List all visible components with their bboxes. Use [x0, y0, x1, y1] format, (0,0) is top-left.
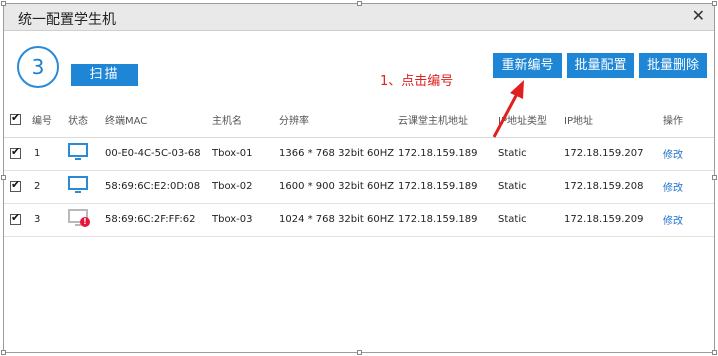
monitor-online-icon [68, 176, 88, 194]
resize-handle[interactable] [1, 350, 6, 355]
table-row[interactable]: 1 00-E0-4C-5C-03-68 Tbox-01 1366 * 768 3… [4, 137, 714, 171]
dialog-titlebar: 统一配置学生机 ✕ [4, 4, 714, 31]
row-ip: 172.18.159.207 [564, 137, 663, 171]
table-row[interactable]: 3 ! 58:69:6C:2F:FF:62 Tbox-03 1024 * 768… [4, 203, 714, 237]
row-server-ip: 172.18.159.189 [398, 137, 498, 171]
batch-delete-button[interactable]: 批量删除 [639, 53, 707, 78]
close-icon[interactable]: ✕ [692, 6, 705, 25]
col-header-mac[interactable]: 终端MAC [105, 102, 212, 138]
renumber-button[interactable]: 重新编号 [493, 53, 562, 78]
resize-handle[interactable] [712, 350, 717, 355]
col-header-resolution[interactable]: 分辨率 [279, 102, 398, 138]
row-hostname: Tbox-03 [212, 203, 279, 237]
resize-handle[interactable] [357, 350, 362, 355]
batch-config-button[interactable]: 批量配置 [567, 53, 634, 78]
select-all-checkbox[interactable] [10, 111, 21, 125]
row-server-ip: 172.18.159.189 [398, 170, 498, 204]
row-mac: 58:69:6C:2F:FF:62 [105, 203, 212, 237]
resize-handle[interactable] [357, 1, 362, 6]
row-ip-type: Static [498, 203, 564, 237]
edit-link[interactable]: 修改 [663, 216, 683, 227]
row-server-ip: 172.18.159.189 [398, 203, 498, 237]
monitor-warning-icon: ! [68, 209, 90, 227]
device-count-badge: 3 [17, 46, 59, 88]
scan-button[interactable]: 扫描 [71, 64, 138, 86]
row-ip-type: Static [498, 137, 564, 171]
col-header-action: 操作 [663, 102, 714, 138]
row-mac: 00-E0-4C-5C-03-68 [105, 137, 212, 171]
config-student-machines-dialog: 统一配置学生机 ✕ 3 扫描 1、点击编号 重新编号 批量配置 批量删除 编号 … [3, 3, 715, 353]
row-hostname: Tbox-01 [212, 137, 279, 171]
col-header-ip-type[interactable]: IP地址类型 [498, 102, 564, 138]
row-checkbox[interactable] [10, 211, 21, 225]
col-header-server-ip[interactable]: 云课堂主机地址 [398, 102, 498, 138]
row-resolution: 1366 * 768 32bit 60HZ [279, 137, 398, 171]
student-machine-table: 编号 状态 终端MAC 主机名 分辨率 云课堂主机地址 IP地址类型 IP地址 … [4, 102, 714, 237]
col-header-status[interactable]: 状态 [68, 102, 105, 138]
edit-link[interactable]: 修改 [663, 150, 683, 161]
row-resolution: 1600 * 900 32bit 60HZ [279, 170, 398, 204]
dialog-title: 统一配置学生机 [18, 12, 116, 28]
table-header-row: 编号 状态 终端MAC 主机名 分辨率 云课堂主机地址 IP地址类型 IP地址 … [4, 102, 714, 138]
row-ip-type: Static [498, 170, 564, 204]
edit-link[interactable]: 修改 [663, 183, 683, 194]
col-header-hostname[interactable]: 主机名 [212, 102, 279, 138]
row-number: 3 [32, 203, 68, 237]
resize-handle[interactable] [712, 1, 717, 6]
row-resolution: 1024 * 768 32bit 60HZ [279, 203, 398, 237]
resize-handle[interactable] [1, 1, 6, 6]
monitor-online-icon [68, 143, 88, 161]
resize-handle[interactable] [712, 175, 717, 180]
row-checkbox[interactable] [10, 145, 21, 159]
row-number: 2 [32, 170, 68, 204]
row-ip: 172.18.159.208 [564, 170, 663, 204]
col-header-ip[interactable]: IP地址 [564, 102, 663, 138]
table-row[interactable]: 2 58:69:6C:E2:0D:08 Tbox-02 1600 * 900 3… [4, 170, 714, 204]
instruction-annotation: 1、点击编号 [380, 74, 454, 89]
row-checkbox[interactable] [10, 178, 21, 192]
resize-handle[interactable] [1, 175, 6, 180]
row-number: 1 [32, 137, 68, 171]
row-mac: 58:69:6C:E2:0D:08 [105, 170, 212, 204]
alert-icon: ! [80, 217, 90, 227]
row-ip: 172.18.159.209 [564, 203, 663, 237]
col-header-number[interactable]: 编号 [32, 102, 68, 138]
row-hostname: Tbox-02 [212, 170, 279, 204]
